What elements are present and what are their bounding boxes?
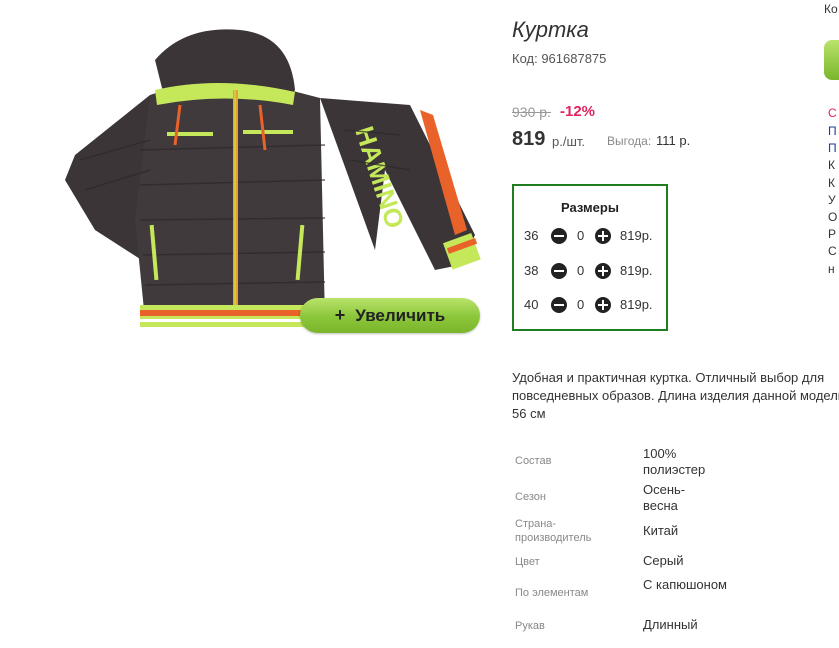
discount-badge: -12%: [560, 103, 596, 120]
minus-icon[interactable]: [551, 228, 567, 244]
product-photo[interactable]: HAMINO: [55, 20, 495, 345]
cut-off-link[interactable]: П: [828, 124, 837, 138]
product-title: Куртка: [512, 17, 589, 42]
quantity-value: 0: [577, 228, 585, 243]
price-unit: р./шт.: [552, 134, 586, 149]
cut-off-text: Р: [828, 227, 837, 241]
current-price: 819: [512, 128, 546, 150]
benefit-label: Выгода:: [607, 134, 652, 148]
minus-icon[interactable]: [551, 297, 567, 313]
attribute-label: Цвет: [515, 556, 540, 568]
size-price: 819р.: [620, 263, 653, 278]
size-value: 38: [524, 263, 539, 278]
attribute-value: Осень-весна: [643, 482, 686, 513]
attribute-value: С капюшоном: [643, 577, 727, 592]
old-price: 930 р.: [512, 104, 551, 120]
attribute-value: Серый: [643, 553, 684, 568]
cut-off-text: К: [828, 158, 835, 172]
plus-icon[interactable]: [595, 263, 611, 279]
size-row: 40 0 819р.: [514, 295, 666, 315]
quantity-value: 0: [577, 263, 585, 278]
benefit-value: 111 р.: [656, 133, 691, 148]
cut-off-text: С: [828, 244, 837, 258]
product-description: Удобная и практичная куртка. Отличный вы…: [512, 370, 839, 421]
cut-off-text: Ко: [824, 2, 838, 16]
cut-off-text: С: [828, 106, 837, 120]
cut-off-button[interactable]: [824, 40, 839, 80]
sizes-panel: Размеры 36 0 819р. 38 0 819р. 40 0 819р.: [512, 184, 668, 331]
sizes-title: Размеры: [561, 200, 619, 215]
size-price: 819р.: [620, 297, 653, 312]
minus-icon[interactable]: [551, 263, 567, 279]
zoom-button[interactable]: + Увеличить: [300, 298, 480, 333]
cut-off-text: У: [828, 193, 836, 207]
quantity-value: 0: [577, 297, 585, 312]
attribute-label: По элементам: [515, 587, 589, 599]
size-row: 36 0 819р.: [514, 226, 666, 246]
attribute-label: Состав: [515, 455, 552, 467]
size-price: 819р.: [620, 228, 653, 243]
cut-off-link[interactable]: П: [828, 141, 837, 155]
plus-icon[interactable]: [595, 297, 611, 313]
cut-off-text: О: [828, 210, 838, 224]
attribute-value: Китай: [643, 523, 679, 538]
plus-icon: +: [334, 305, 346, 325]
attribute-label: Сезон: [515, 491, 546, 503]
cut-off-text: К: [828, 176, 835, 190]
attribute-label: Страна-производитель: [515, 518, 592, 544]
zoom-button-label: Увеличить: [355, 305, 446, 325]
cut-off-text: н: [828, 262, 835, 276]
attribute-value: Длинный: [643, 617, 698, 632]
size-value: 36: [524, 228, 539, 243]
attribute-label: Рукав: [515, 620, 545, 632]
size-value: 40: [524, 297, 539, 312]
attribute-value: 100% полиэстер: [643, 446, 706, 477]
size-row: 38 0 819р.: [514, 261, 666, 281]
plus-icon[interactable]: [595, 228, 611, 244]
product-code: Код: 961687875: [512, 51, 607, 66]
